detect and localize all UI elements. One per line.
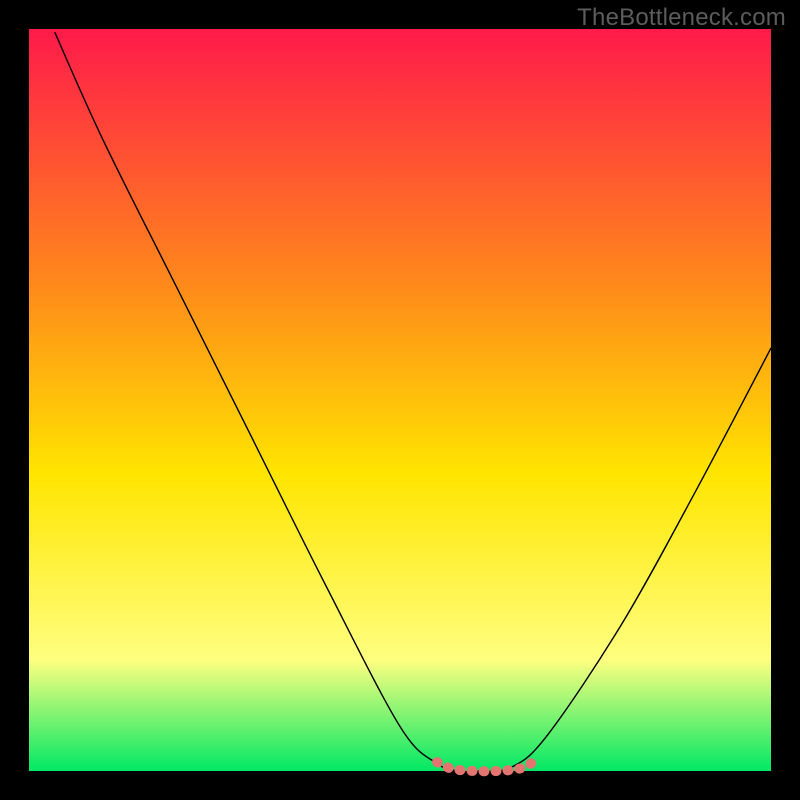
plot-background [29, 29, 771, 771]
watermark-text: TheBottleneck.com [577, 4, 786, 32]
chart-svg [0, 0, 800, 800]
chart-frame: TheBottleneck.com [0, 0, 800, 800]
